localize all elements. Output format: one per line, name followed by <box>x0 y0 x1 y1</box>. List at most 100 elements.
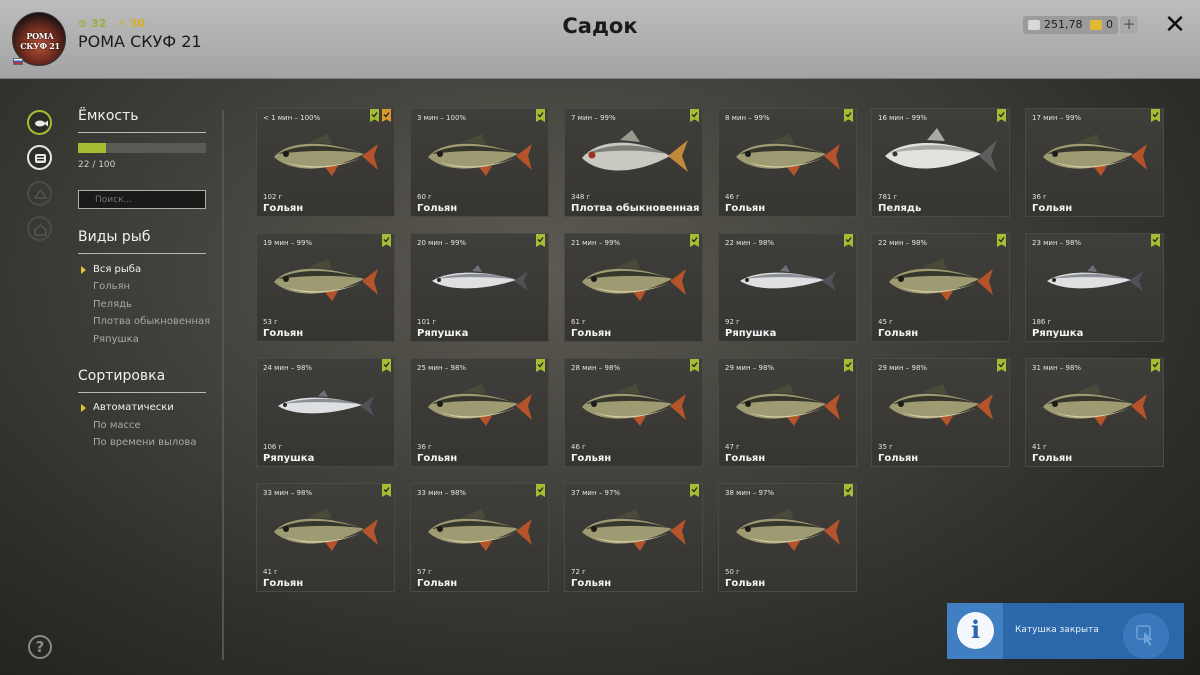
fish-name: Ряпушка <box>263 453 315 464</box>
keepnet-tab-fish-icon[interactable] <box>27 110 52 135</box>
help-icon[interactable]: ? <box>28 635 52 659</box>
catch-time: 8 мин – 99% <box>725 114 770 122</box>
notification-text: Катушка закрыта <box>1015 625 1099 635</box>
selected-arrow-icon <box>81 266 86 274</box>
checkmark-ribbon-icon <box>997 109 1006 122</box>
fish-card[interactable]: 16 мин – 99% 781 г Пелядь <box>871 108 1010 217</box>
catch-time: 33 мин – 98% <box>417 489 467 497</box>
cursor-icon[interactable] <box>1123 613 1169 659</box>
close-button[interactable]: ✕ <box>1163 11 1187 39</box>
sort-option-time[interactable]: По времени вылова <box>93 437 196 448</box>
fish-image <box>420 126 540 186</box>
fish-weight: 106 г <box>263 443 283 451</box>
species-filter-roach[interactable]: Плотва обыкновенная <box>93 316 210 327</box>
fish-card[interactable]: 25 мин – 98% 36 г Гольян <box>410 358 549 467</box>
fish-name: Плотва обыкновенная <box>571 203 700 214</box>
silver-balance: 251,78 <box>1023 16 1088 34</box>
fish-card[interactable]: 7 мин – 99% 348 г Плотва обыкновенная <box>564 108 703 217</box>
catch-time: 20 мин – 99% <box>417 239 467 247</box>
add-currency-button[interactable]: + <box>1120 16 1138 34</box>
fish-name: Пелядь <box>878 203 922 214</box>
catch-time: 38 мин – 97% <box>725 489 775 497</box>
catch-time: < 1 мин – 100% <box>263 114 321 122</box>
fish-image <box>1035 126 1155 186</box>
sort-option-weight[interactable]: По массе <box>93 420 141 431</box>
fish-card[interactable]: 3 мин – 100% 60 г Гольян <box>410 108 549 217</box>
fish-card[interactable]: 33 мин – 98% 57 г Гольян <box>410 483 549 592</box>
notification-toast[interactable]: i Катушка закрыта <box>947 603 1184 659</box>
page-title: Садок <box>562 14 638 38</box>
fish-card[interactable]: 28 мин – 98% 46 г Гольян <box>564 358 703 467</box>
fish-image <box>574 376 694 436</box>
fish-card[interactable]: 23 мин – 98% 186 г Ряпушка <box>1025 233 1164 342</box>
fish-card[interactable]: 22 мин – 98% 45 г Гольян <box>871 233 1010 342</box>
fish-image <box>574 126 694 186</box>
fish-card[interactable]: 22 мин – 98% 92 г Ряпушка <box>718 233 857 342</box>
fish-image <box>1035 251 1155 311</box>
fish-card[interactable]: 38 мин – 97% 50 г Гольян <box>718 483 857 592</box>
fish-card[interactable]: 20 мин – 99% 101 г Ряпушка <box>410 233 549 342</box>
sort-option-auto[interactable]: Автоматически <box>93 402 174 413</box>
species-title: Виды рыб <box>78 229 151 245</box>
fish-image <box>266 126 386 186</box>
checkmark-ribbon-icon <box>370 109 379 122</box>
catch-time: 29 мин – 98% <box>725 364 775 372</box>
fish-card[interactable]: 17 мин – 99% 36 г Гольян <box>1025 108 1164 217</box>
checkmark-ribbon-icon <box>382 234 391 247</box>
fish-weight: 92 г <box>725 318 740 326</box>
fish-card[interactable]: 31 мин – 98% 41 г Гольян <box>1025 358 1164 467</box>
catch-time: 21 мин – 99% <box>571 239 621 247</box>
checkmark-ribbon-icon <box>536 109 545 122</box>
species-divider <box>78 253 206 254</box>
fish-weight: 46 г <box>725 193 740 201</box>
notification-icon-area: i <box>947 603 1003 659</box>
catch-time: 22 мин – 98% <box>878 239 928 247</box>
fish-image <box>728 501 848 561</box>
keepnet-tab-box-icon[interactable] <box>27 181 52 206</box>
catch-time: 24 мин – 98% <box>263 364 313 372</box>
fish-name: Гольян <box>878 328 919 339</box>
fish-card[interactable]: 19 мин – 99% 53 г Гольян <box>256 233 395 342</box>
fish-card[interactable]: 8 мин – 99% 46 г Гольян <box>718 108 857 217</box>
species-filter-all[interactable]: Вся рыба <box>93 264 141 275</box>
fish-name: Гольян <box>417 453 458 464</box>
fish-image <box>881 376 1001 436</box>
fish-card[interactable]: 29 мин – 98% 47 г Гольян <box>718 358 857 467</box>
fish-card[interactable]: 24 мин – 98% 106 г Ряпушка <box>256 358 395 467</box>
checkmark-ribbon-icon <box>536 359 545 372</box>
keepnet-tab-house-icon[interactable] <box>27 216 52 241</box>
catch-time: 25 мин – 98% <box>417 364 467 372</box>
fish-name: Гольян <box>417 578 458 589</box>
fish-name: Гольян <box>1032 453 1073 464</box>
keepnet-tab-basket-icon[interactable] <box>27 145 52 170</box>
species-filter-peled[interactable]: Пелядь <box>93 299 132 310</box>
species-filter-vendace[interactable]: Ряпушка <box>93 334 139 345</box>
fish-weight: 36 г <box>1032 193 1047 201</box>
catch-time: 31 мин – 98% <box>1032 364 1082 372</box>
fish-card[interactable]: < 1 мин – 100% 102 г Гольян <box>256 108 395 217</box>
fish-card[interactable]: 21 мин – 99% 61 г Гольян <box>564 233 703 342</box>
fish-image <box>728 376 848 436</box>
search-input[interactable] <box>78 190 206 209</box>
fish-weight: 41 г <box>263 568 278 576</box>
russia-flag-icon <box>13 58 23 65</box>
catch-time: 23 мин – 98% <box>1032 239 1082 247</box>
fish-card[interactable]: 37 мин – 97% 72 г Гольян <box>564 483 703 592</box>
fish-card[interactable]: 33 мин – 98% 41 г Гольян <box>256 483 395 592</box>
fish-weight: 60 г <box>417 193 432 201</box>
fish-weight: 53 г <box>263 318 278 326</box>
catch-time: 7 мин – 99% <box>571 114 616 122</box>
fish-weight: 57 г <box>417 568 432 576</box>
fish-weight: 348 г <box>571 193 591 201</box>
fish-card[interactable]: 29 мин – 98% 35 г Гольян <box>871 358 1010 467</box>
checkmark-ribbon-icon <box>382 484 391 497</box>
species-filter-minnow[interactable]: Гольян <box>93 281 130 292</box>
fish-weight: 46 г <box>571 443 586 451</box>
checkmark-ribbon-icon <box>844 109 853 122</box>
capacity-fill <box>78 143 107 153</box>
fish-name: Гольян <box>878 453 919 464</box>
fish-name: Гольян <box>725 453 766 464</box>
fish-weight: 186 г <box>1032 318 1052 326</box>
fish-image <box>728 126 848 186</box>
fish-image <box>266 501 386 561</box>
